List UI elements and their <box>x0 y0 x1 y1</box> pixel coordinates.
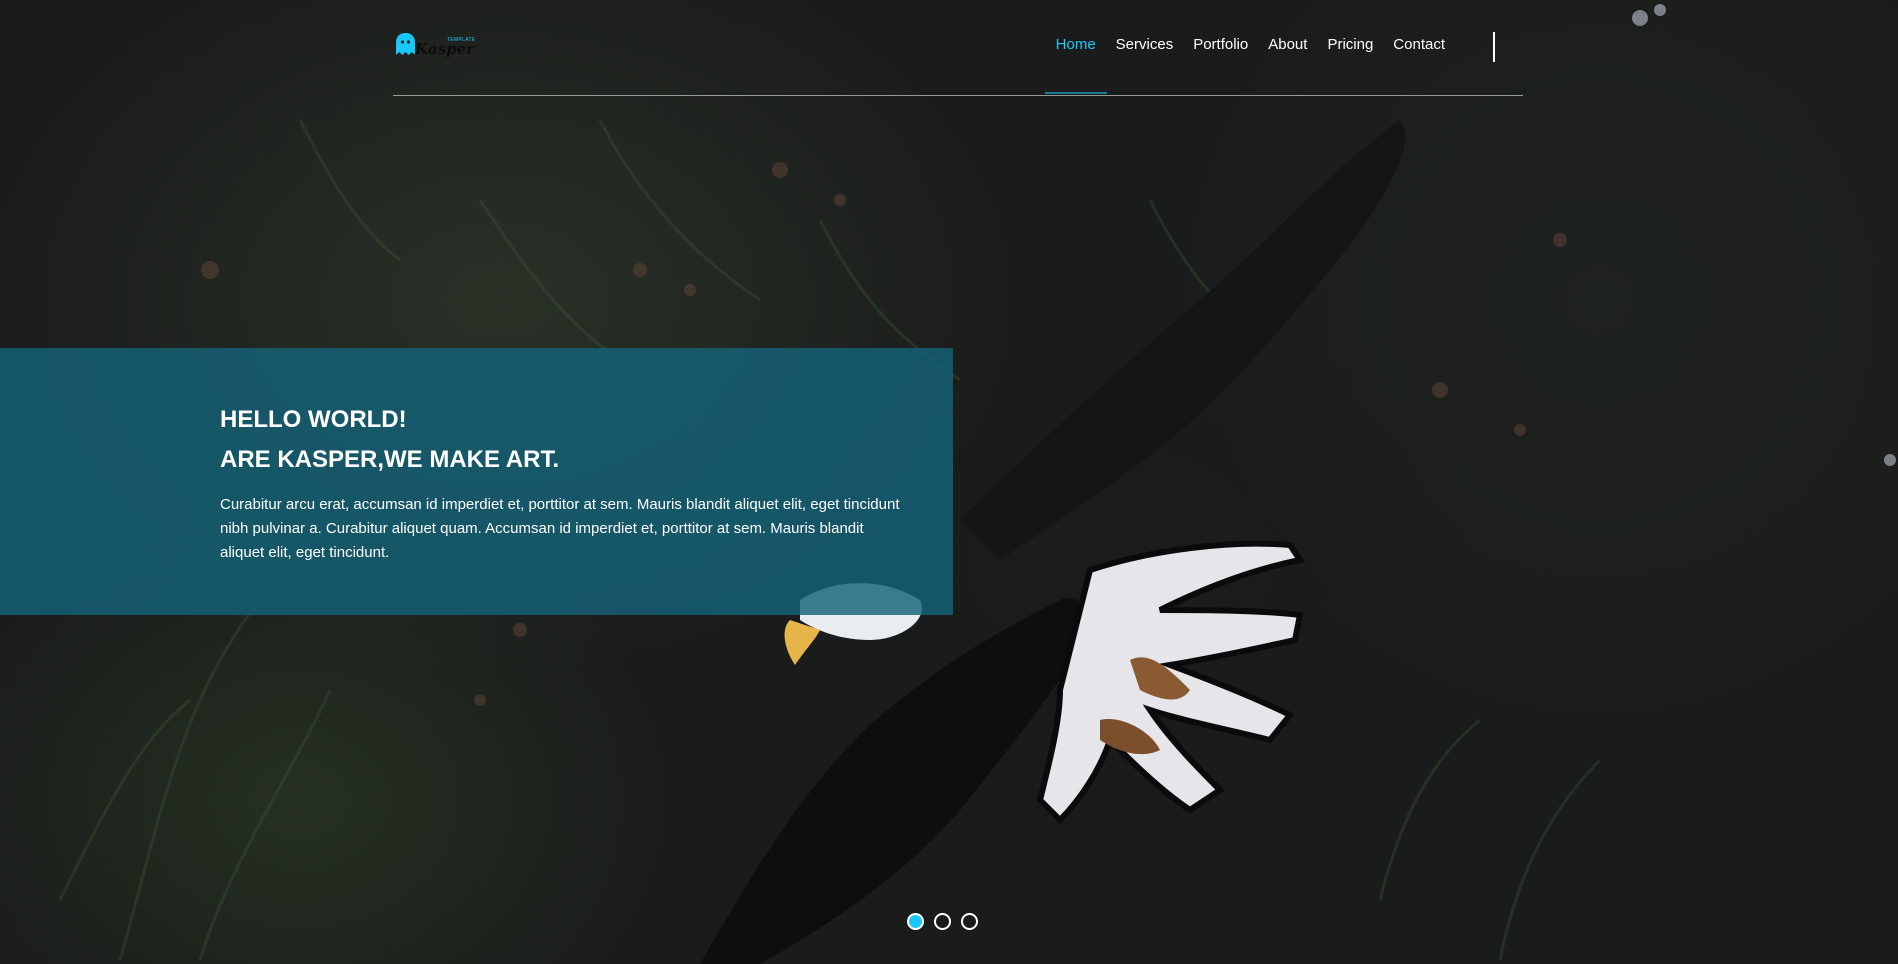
ghost-logo-icon <box>396 33 415 55</box>
slider-bullet-1[interactable] <box>907 913 924 930</box>
intro-box: HELLO WORLD! ARE KASPER,WE MAKE ART. Cur… <box>0 348 953 615</box>
menu-toggle-bar[interactable] <box>1493 32 1495 62</box>
nav-item-portfolio[interactable]: Portfolio <box>1183 36 1258 94</box>
nav-item-about[interactable]: About <box>1258 36 1317 94</box>
logo-wordmark: Kasper <box>415 40 475 58</box>
nav-item-contact[interactable]: Contact <box>1383 36 1455 94</box>
intro-description: Curabitur arcu erat, accumsan id imperdi… <box>220 496 900 561</box>
intro-title-line1: HELLO WORLD! <box>220 406 407 433</box>
slider-bullet-2[interactable] <box>934 913 951 930</box>
logo[interactable]: TEMPLATE Kasper <box>395 30 475 62</box>
slider-bullets <box>907 913 978 930</box>
intro-title-line2: ARE KASPER,WE MAKE ART. <box>220 446 560 473</box>
intro-text: HELLO WORLD! ARE KASPER,WE MAKE ART. Cur… <box>220 400 910 565</box>
nav-item-home[interactable]: Home <box>1044 36 1107 94</box>
site-header: TEMPLATE Kasper Home Services Portfolio … <box>393 0 1523 96</box>
main-nav: Home Services Portfolio About Pricing Co… <box>1044 36 1455 94</box>
hero-section: TEMPLATE Kasper Home Services Portfolio … <box>0 0 1898 964</box>
slider-bullet-3[interactable] <box>961 913 978 930</box>
nav-item-services[interactable]: Services <box>1106 36 1184 94</box>
nav-item-pricing[interactable]: Pricing <box>1317 36 1383 94</box>
